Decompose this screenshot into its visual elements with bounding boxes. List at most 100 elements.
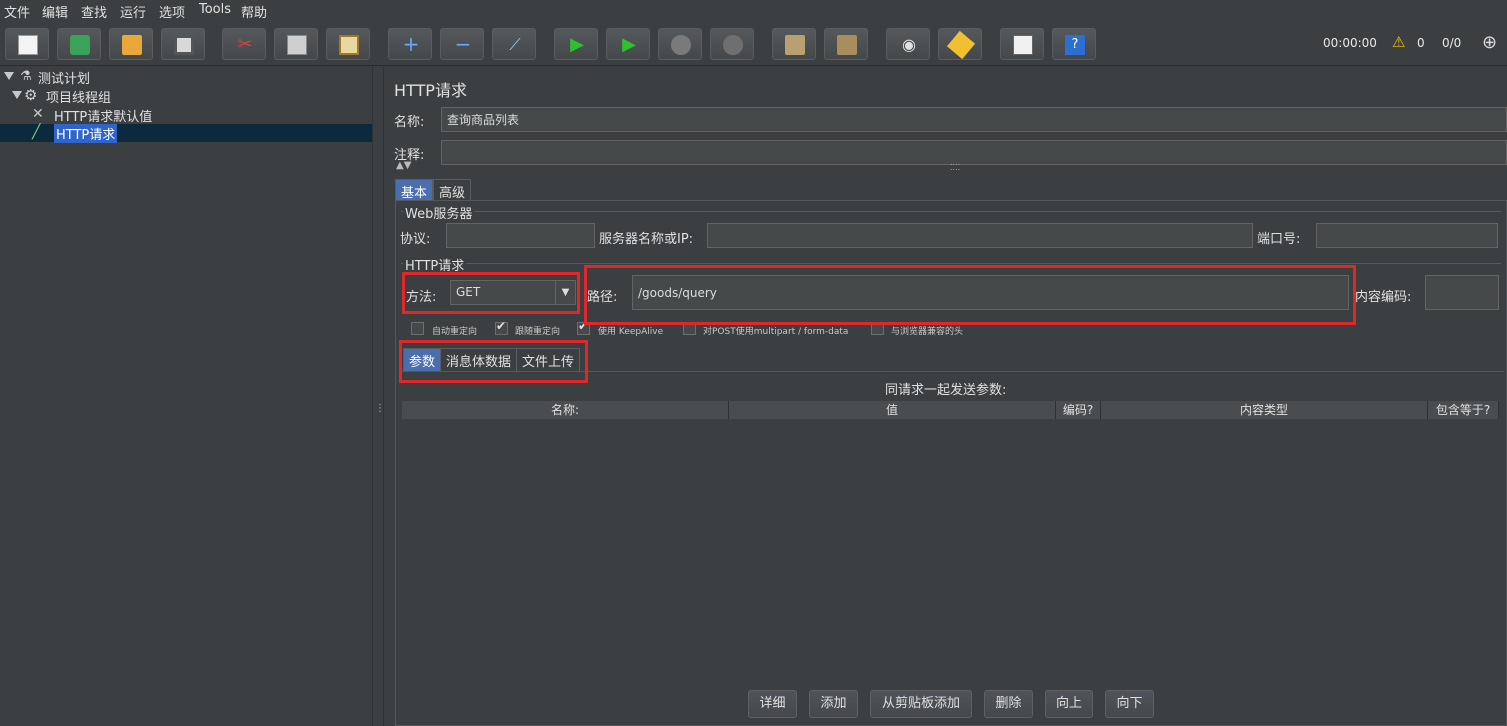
encoding-label: 内容编码:: [1355, 290, 1412, 305]
reset-search-button[interactable]: [938, 28, 982, 60]
flask-icon: ⚗: [20, 69, 32, 84]
menu-file[interactable]: 文件: [4, 2, 30, 21]
save-button[interactable]: [161, 28, 205, 60]
encoding-field[interactable]: [1425, 275, 1499, 310]
copy-button[interactable]: [274, 28, 318, 60]
collapse-arrows-icon[interactable]: ▲▼: [396, 160, 411, 171]
server-field[interactable]: [707, 223, 1253, 248]
cut-icon: ✂: [237, 34, 253, 55]
name-label: 名称:: [394, 115, 425, 130]
port-label: 端口号:: [1257, 232, 1301, 247]
comment-field[interactable]: [441, 140, 1507, 165]
start-icon: ▶: [570, 34, 584, 55]
thread-count: 0/0: [1442, 36, 1462, 50]
divider: [401, 211, 1501, 212]
shutdown-button[interactable]: [710, 28, 754, 60]
menu-run[interactable]: 运行: [120, 2, 146, 21]
port-field[interactable]: [1316, 223, 1498, 248]
add-from-clipboard-button[interactable]: 从剪贴板添加: [870, 690, 972, 718]
search-button[interactable]: ◉: [886, 28, 930, 60]
column-name[interactable]: 名称:: [402, 401, 729, 419]
stop-button[interactable]: [658, 28, 702, 60]
panel-title: HTTP请求: [394, 81, 467, 100]
follow-redirect-label: 跟随重定向: [515, 327, 561, 337]
cut-button[interactable]: ✂: [222, 28, 266, 60]
menu-edit[interactable]: 编辑: [42, 2, 68, 21]
collapse-button[interactable]: −: [440, 28, 484, 60]
start-no-pause-icon: ▶: [622, 34, 636, 55]
move-up-button[interactable]: 向上: [1045, 690, 1093, 718]
remote-status-icon: ⊕: [1482, 32, 1498, 53]
warning-icon[interactable]: ⚠: [1392, 33, 1405, 51]
toggle-button[interactable]: ⟋: [492, 28, 536, 60]
gear-icon: ⚙: [24, 86, 38, 104]
tree-node-thread-group[interactable]: ⚙ 项目线程组: [12, 86, 111, 106]
open-button[interactable]: [109, 28, 153, 60]
delete-button[interactable]: 删除: [984, 690, 1033, 718]
tree-label-test-plan: 测试计划: [38, 72, 91, 87]
new-button[interactable]: [5, 28, 49, 60]
tree-label-thread-group: 项目线程组: [46, 91, 112, 106]
shutdown-icon: [723, 35, 743, 55]
open-icon: [122, 35, 142, 55]
start-no-pause-button[interactable]: ▶: [606, 28, 650, 60]
web-server-section-title: Web服务器: [403, 203, 475, 222]
splitter[interactable]: ⋮: [372, 67, 385, 726]
menu-options[interactable]: 选项: [159, 2, 185, 21]
warning-count: 0: [1417, 36, 1425, 50]
auto-redirect-label: 自动重定向: [432, 327, 478, 337]
tab-basic[interactable]: 基本: [395, 179, 434, 201]
tree-label-http-request: HTTP请求: [54, 124, 118, 143]
name-field[interactable]: 查询商品列表: [441, 107, 1507, 132]
save-icon: [174, 35, 194, 55]
column-value[interactable]: 值: [729, 401, 1056, 419]
follow-redirect-checkbox[interactable]: [495, 319, 508, 335]
column-include-equals[interactable]: 包含等于?: [1428, 401, 1499, 419]
search-icon: ◉: [902, 35, 916, 54]
server-label: 服务器名称或IP:: [599, 232, 694, 247]
tree-node-http-request[interactable]: ╱ HTTP请求: [0, 124, 372, 143]
params-title: 同请求一起发送参数:: [885, 383, 1007, 398]
start-button[interactable]: ▶: [554, 28, 598, 60]
reset-search-icon: [946, 30, 976, 60]
function-helper-button[interactable]: [1000, 28, 1044, 60]
paste-button[interactable]: [326, 28, 370, 60]
function-helper-icon: [1013, 35, 1033, 55]
expand-arrow-icon[interactable]: [12, 90, 22, 99]
divider: [401, 263, 1501, 264]
protocol-label: 协议:: [400, 232, 431, 247]
expand-icon: +: [402, 32, 420, 56]
stop-icon: [671, 35, 691, 55]
pipette-icon: ╱: [32, 124, 41, 140]
help-button[interactable]: ?: [1052, 28, 1096, 60]
menu-help[interactable]: 帮助: [241, 2, 267, 21]
add-button[interactable]: 添加: [809, 690, 858, 718]
templates-button[interactable]: [57, 28, 101, 60]
move-down-button[interactable]: 向下: [1105, 690, 1154, 718]
column-content-type[interactable]: 内容类型: [1101, 401, 1428, 419]
expand-button[interactable]: +: [388, 28, 432, 60]
collapse-icon: −: [454, 32, 472, 56]
column-encode[interactable]: 编码?: [1056, 401, 1101, 419]
toggle-icon: ⟋: [509, 35, 521, 54]
params-table[interactable]: [402, 401, 1499, 701]
copy-icon: [287, 35, 307, 55]
subtabs-highlight-box: [399, 340, 588, 383]
clear-button[interactable]: [772, 28, 816, 60]
protocol-field[interactable]: [446, 223, 595, 248]
method-highlight-box: [402, 272, 580, 314]
tab-advanced[interactable]: 高级: [433, 179, 472, 201]
menu-search[interactable]: 查找: [81, 2, 107, 21]
auto-redirect-checkbox[interactable]: [411, 322, 424, 335]
new-icon: [18, 35, 38, 55]
templates-icon: [70, 35, 90, 55]
expand-arrow-icon[interactable]: [4, 71, 14, 80]
test-plan-tree: ⚗ 测试计划 ⚙ 项目线程组 ✕ HTTP请求默认值 ╱ HTTP请求: [0, 67, 372, 726]
tree-node-test-plan[interactable]: ⚗ 测试计划: [4, 68, 90, 87]
menu-tools[interactable]: Tools: [199, 2, 231, 17]
clear-all-button[interactable]: [824, 28, 868, 60]
elapsed-time: 00:00:00: [1323, 36, 1377, 50]
resize-handle-icon[interactable]: ⁚⁚⁚⁚: [950, 163, 960, 172]
splitter-handle-icon[interactable]: ⋮: [375, 403, 385, 414]
detail-button[interactable]: 详细: [748, 690, 797, 718]
